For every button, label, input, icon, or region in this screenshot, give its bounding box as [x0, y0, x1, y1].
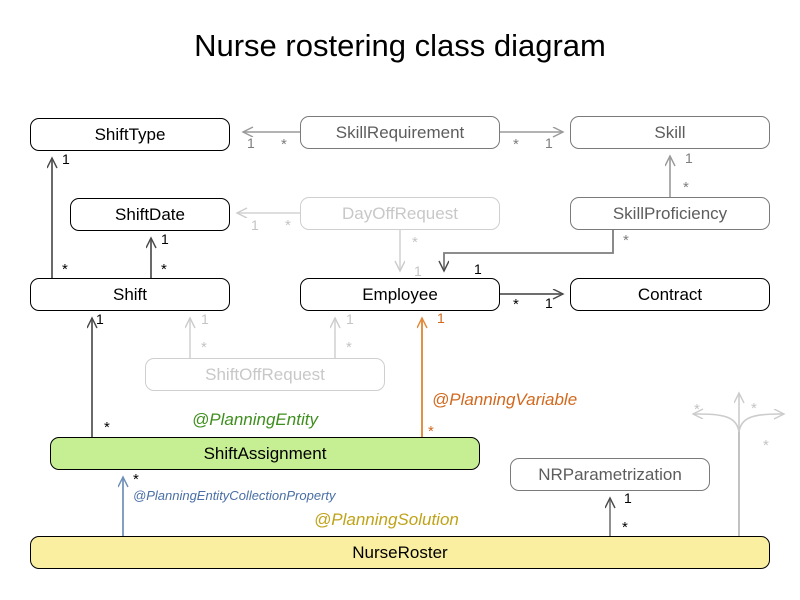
class-label: ShiftDate — [115, 204, 185, 224]
multiplicity-label: * — [133, 471, 139, 488]
multiplicity-label: * — [694, 401, 700, 418]
class-box-nrParametrization[interactable]: NRParametrization — [510, 458, 710, 491]
multiplicity-label: * — [751, 400, 757, 417]
annotation-label: @PlanningEntityCollectionProperty — [133, 488, 336, 503]
class-label: NurseRoster — [352, 542, 448, 562]
multiplicity-label: * — [428, 423, 434, 440]
class-label: ShiftOffRequest — [205, 364, 325, 384]
class-label: NRParametrization — [538, 464, 682, 484]
page-title: Nurse rostering class diagram — [194, 28, 606, 63]
class-box-employee[interactable]: Employee — [300, 278, 500, 311]
multiplicity-label: * — [513, 296, 519, 313]
multiplicity-label: 1 — [545, 135, 553, 151]
multiplicity-label: * — [201, 339, 207, 356]
multiplicity-label: 1 — [346, 311, 354, 327]
class-label: Shift — [112, 284, 148, 304]
multiplicity-label: * — [62, 261, 68, 278]
multiplicity-label: * — [285, 217, 291, 234]
annotation-planning-variable: @PlanningVariable — [432, 390, 577, 410]
class-box-skillProficiency[interactable]: SkillProficiency — [570, 197, 770, 230]
class-box-shiftAssignment[interactable]: ShiftAssignment — [50, 437, 480, 470]
class-label: DayOffRequest — [342, 203, 458, 223]
multiplicity-label: * — [623, 232, 629, 249]
multiplicity-label: 1 — [414, 263, 422, 279]
multiplicity-label: * — [346, 339, 352, 356]
multiplicity-label: 1 — [545, 295, 553, 311]
class-label: SkillProficiency — [612, 203, 728, 223]
annotation-planning-solution: @PlanningSolution — [314, 510, 459, 530]
class-label: Employee — [362, 284, 438, 304]
multiplicity-label: * — [104, 419, 110, 436]
multiplicity-label: * — [683, 179, 689, 196]
class-box-shiftType[interactable]: ShiftType — [30, 118, 230, 151]
multiplicity-label: 1 — [251, 217, 259, 233]
class-label: Contract — [637, 284, 703, 304]
multiplicity-label: 1 — [247, 135, 255, 151]
class-box-shift[interactable]: Shift — [30, 278, 230, 311]
multiplicity-label: 1 — [685, 150, 693, 166]
multiplicity-label: * — [281, 136, 287, 153]
multiplicity-label: * — [412, 234, 418, 251]
class-box-skillRequirement[interactable]: SkillRequirement — [300, 116, 500, 149]
multiplicity-label: * — [622, 519, 628, 536]
annotation-label: @PlanningSolution — [314, 510, 459, 529]
multiplicity-label: 1 — [624, 490, 632, 506]
multiplicity-label: * — [763, 437, 769, 454]
multiplicity-label: 1 — [474, 261, 482, 277]
class-label: ShiftType — [94, 124, 166, 144]
class-label: ShiftAssignment — [203, 443, 327, 463]
multiplicity-label: * — [161, 261, 167, 278]
class-box-nurseRoster[interactable]: NurseRoster — [30, 536, 770, 569]
class-box-shiftOffRequest[interactable]: ShiftOffRequest — [145, 358, 385, 391]
annotation-label: @PlanningVariable — [432, 390, 578, 409]
class-box-skill[interactable]: Skill — [570, 116, 770, 149]
diagram-canvas: Nurse rostering class diagram ShiftType … — [0, 0, 800, 600]
annotation-planning-entity-collection-property: @PlanningEntityCollectionProperty — [133, 488, 336, 503]
multiplicity-label: 1 — [161, 231, 169, 247]
multiplicity-label: 1 — [437, 310, 445, 326]
annotation-label: @PlanningEntity — [192, 410, 318, 429]
multiplicity-label: 1 — [201, 311, 209, 327]
multiplicity-label: 1 — [62, 151, 70, 167]
class-label: Skill — [654, 122, 686, 142]
class-box-contract[interactable]: Contract — [570, 278, 770, 311]
annotation-planning-entity: @PlanningEntity — [192, 410, 318, 430]
class-box-dayOffRequest[interactable]: DayOffRequest — [300, 197, 500, 230]
multiplicity-label: * — [513, 136, 519, 153]
class-label: SkillRequirement — [335, 122, 465, 142]
class-box-shiftDate[interactable]: ShiftDate — [70, 198, 230, 231]
multiplicity-label: 1 — [96, 311, 104, 327]
